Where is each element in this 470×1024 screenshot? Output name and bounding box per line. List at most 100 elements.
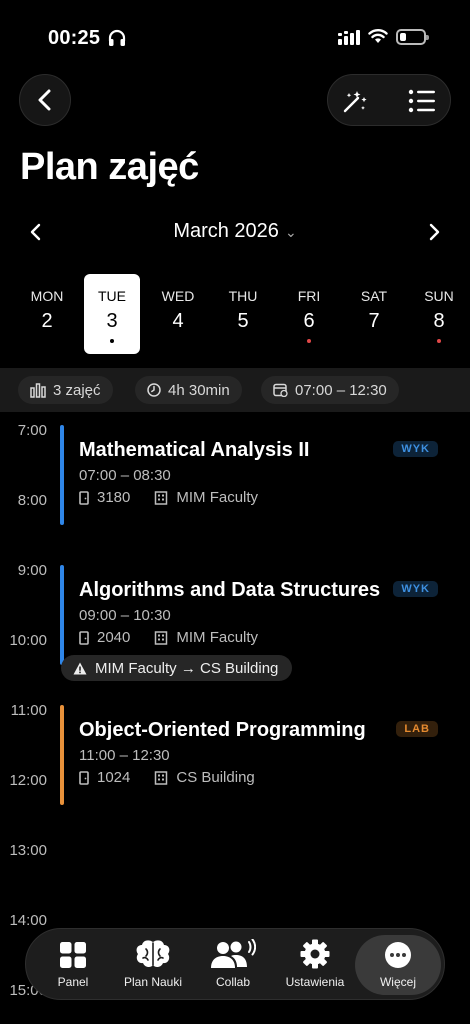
day-number: 6	[303, 310, 315, 332]
event-card[interactable]: Algorithms and Data Structures WYK 09:00…	[60, 565, 450, 665]
day-name: FRI	[297, 288, 321, 304]
duration-chip: 4h 30min	[135, 376, 242, 404]
headphones-icon	[108, 29, 126, 46]
event-card[interactable]: Object-Oriented Programming LAB 11:00 – …	[60, 705, 450, 805]
day-number: 4	[172, 310, 184, 332]
event-location: 1024 CS Building	[79, 769, 255, 786]
chevron-down-icon: ⌄	[284, 224, 297, 240]
tab-ustawienia[interactable]: Ustawienia	[274, 935, 356, 995]
people-talking-icon	[211, 939, 256, 968]
event-time: 11:00 – 12:30	[79, 747, 170, 764]
event-building: MIM Faculty	[176, 489, 259, 506]
hour-label: 9:00	[17, 562, 47, 579]
status-time: 00:25	[48, 27, 101, 49]
day-mon[interactable]: MON 2	[19, 274, 75, 354]
classes-count-chip: 3 zajęć	[18, 376, 113, 404]
tab-label: Panel	[57, 975, 89, 989]
event-dot	[307, 339, 311, 343]
day-wed[interactable]: WED 4	[150, 274, 206, 354]
event-type-badge: WYK	[393, 441, 438, 457]
event-type-badge: LAB	[396, 721, 438, 737]
day-number: 3	[106, 310, 118, 332]
event-time: 09:00 – 10:30	[79, 607, 171, 624]
day-name: SAT	[360, 288, 388, 304]
day-name: MON	[30, 288, 64, 304]
tab-label: Collab	[215, 975, 251, 989]
day-number: 7	[368, 310, 380, 332]
day-sat[interactable]: SAT 7	[346, 274, 402, 354]
event-location: 3180 MIM Faculty	[79, 489, 258, 506]
event-type-badge: WYK	[393, 581, 438, 597]
wifi-icon	[368, 29, 388, 43]
day-name: SUN	[424, 288, 454, 304]
tab-collab[interactable]: Collab	[192, 935, 274, 995]
hour-label: 8:00	[17, 492, 47, 509]
door-icon	[79, 630, 89, 645]
cellular-signal-icon	[338, 30, 360, 45]
event-color-bar	[60, 705, 64, 805]
building-icon	[155, 490, 168, 505]
day-tue[interactable]: TUE 3	[84, 274, 140, 354]
day-name: THU	[228, 288, 258, 304]
list-icon[interactable]	[408, 89, 436, 113]
hour-label: 13:00	[9, 842, 47, 859]
actions-pill	[327, 74, 451, 126]
event-time: 07:00 – 08:30	[79, 467, 171, 484]
month-label: March 2026	[173, 220, 279, 242]
hour-label: 12:00	[9, 772, 47, 789]
event-title: Algorithms and Data Structures	[79, 579, 381, 601]
magic-wand-icon[interactable]	[341, 87, 369, 115]
tab-label: Plan Nauki	[123, 975, 183, 989]
building-icon	[155, 770, 168, 785]
hour-label: 11:00	[10, 702, 47, 719]
tab-panel[interactable]: Panel	[32, 935, 114, 995]
time-range: 07:00 – 12:30	[295, 381, 387, 399]
event-building: MIM Faculty	[176, 629, 259, 646]
clock-icon	[147, 383, 161, 397]
status-bar: 00:25	[0, 0, 470, 70]
event-title: Mathematical Analysis II	[79, 439, 310, 461]
next-month-icon[interactable]	[424, 220, 444, 244]
classes-count: 3 zajęć	[53, 381, 101, 399]
door-icon	[79, 490, 89, 505]
day-number: 8	[433, 310, 445, 332]
event-room: 2040	[97, 629, 131, 646]
hour-label: 10:00	[9, 632, 47, 649]
event-room: 1024	[97, 769, 131, 786]
event-color-bar	[60, 565, 64, 665]
event-dot	[437, 339, 441, 343]
day-fri[interactable]: FRI 6	[281, 274, 337, 354]
event-card[interactable]: Mathematical Analysis II WYK 07:00 – 08:…	[60, 425, 450, 525]
week-strip: MON 2 TUE 3 WED 4 THU 5 FRI 6 SAT 7 SUN …	[0, 274, 470, 354]
hour-label: 14:00	[9, 912, 47, 929]
day-thu[interactable]: THU 5	[215, 274, 271, 354]
total-duration: 4h 30min	[168, 381, 230, 399]
door-icon	[79, 770, 89, 785]
tab-plan-nauki[interactable]: Plan Nauki	[112, 935, 194, 995]
page-title: Plan zajęć	[20, 146, 199, 188]
time-range-chip: 07:00 – 12:30	[261, 376, 399, 404]
month-selector[interactable]: March 2026 ⌄	[0, 220, 470, 243]
warning-icon	[73, 662, 87, 674]
brain-icon	[136, 940, 170, 968]
day-sun[interactable]: SUN 8	[411, 274, 467, 354]
calendar-clock-icon	[273, 383, 288, 397]
battery-icon	[396, 29, 429, 45]
grid-icon	[60, 942, 86, 968]
more-icon	[385, 942, 411, 968]
event-room: 3180	[97, 489, 131, 506]
event-building: CS Building	[176, 769, 255, 786]
building-icon	[155, 630, 168, 645]
event-title: Object-Oriented Programming	[79, 719, 366, 741]
transfer-warning: MIM Faculty → CS Building	[61, 655, 293, 681]
event-location: 2040 MIM Faculty	[79, 629, 258, 646]
tab-label: Więcej	[379, 975, 416, 989]
tab-wiecej[interactable]: Więcej	[355, 935, 441, 995]
chevron-left-icon	[38, 89, 51, 111]
day-name: WED	[161, 288, 195, 304]
day-name: TUE	[98, 288, 126, 304]
event-dot	[110, 339, 114, 343]
back-button[interactable]	[19, 74, 71, 126]
hour-label: 7:00	[17, 422, 47, 439]
transfer-warning-text: MIM Faculty → CS Building	[95, 659, 279, 677]
